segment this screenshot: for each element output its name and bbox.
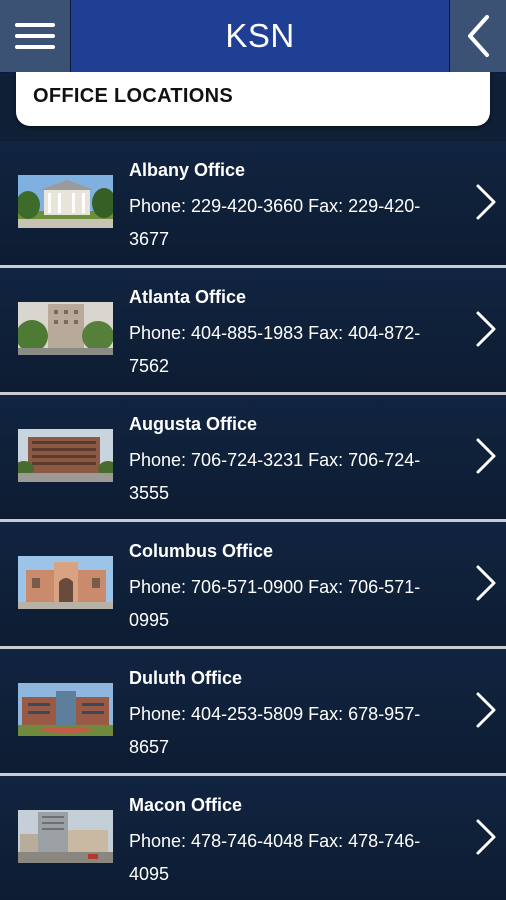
list-item[interactable]: Albany Office Phone: 229-420-3660 Fax: 2… <box>0 141 506 268</box>
list-item[interactable]: Augusta Office Phone: 706-724-3231 Fax: … <box>0 395 506 522</box>
office-contact: Phone: 478-746-4048 Fax: 478-746-4095 <box>129 831 421 884</box>
office-photo <box>18 810 113 863</box>
chevron-right-icon <box>476 565 496 601</box>
office-name: Columbus Office <box>129 541 274 561</box>
menu-icon-bar <box>15 23 55 27</box>
office-contact: Phone: 706-724-3231 Fax: 706-724-3555 <box>129 450 421 503</box>
chevron-right-icon <box>476 819 496 855</box>
list-item[interactable]: Duluth Office Phone: 404-253-5809 Fax: 6… <box>0 649 506 776</box>
chevron-right-icon <box>476 184 496 220</box>
app-header: KSN <box>0 0 506 73</box>
office-photo <box>18 683 113 736</box>
office-photo <box>18 556 113 609</box>
office-name: Duluth Office <box>129 668 242 688</box>
list-item[interactable]: Columbus Office Phone: 706-571-0900 Fax:… <box>0 522 506 649</box>
office-contact: Phone: 229-420-3660 Fax: 229-420-3677 <box>129 196 421 249</box>
office-name: Atlanta Office <box>129 287 247 307</box>
back-button[interactable] <box>449 0 506 72</box>
chevron-right-icon <box>476 311 496 347</box>
office-photo <box>18 429 113 482</box>
menu-icon-bar <box>15 45 55 49</box>
list-item[interactable]: Atlanta Office Phone: 404-885-1983 Fax: … <box>0 268 506 395</box>
chevron-right-icon <box>476 692 496 728</box>
section-title: OFFICE LOCATIONS <box>33 85 233 107</box>
office-photo <box>18 302 113 355</box>
menu-icon-bar <box>15 34 55 38</box>
section-header-card: OFFICE LOCATIONS <box>16 72 490 126</box>
office-contact: Phone: 404-253-5809 Fax: 678-957-8657 <box>129 704 421 757</box>
office-list: Albany Office Phone: 229-420-3660 Fax: 2… <box>0 141 506 900</box>
office-photo <box>18 175 113 228</box>
office-contact: Phone: 706-571-0900 Fax: 706-571-0995 <box>129 577 421 630</box>
office-name: Albany Office <box>129 160 246 180</box>
office-name: Macon Office <box>129 795 243 815</box>
menu-button[interactable] <box>0 0 71 72</box>
page-title: KSN <box>225 17 295 54</box>
list-item[interactable]: Macon Office Phone: 478-746-4048 Fax: 47… <box>0 776 506 900</box>
office-name: Augusta Office <box>129 414 258 434</box>
chevron-right-icon <box>476 438 496 474</box>
chevron-left-icon <box>468 15 489 57</box>
office-contact: Phone: 404-885-1983 Fax: 404-872-7562 <box>129 323 421 376</box>
